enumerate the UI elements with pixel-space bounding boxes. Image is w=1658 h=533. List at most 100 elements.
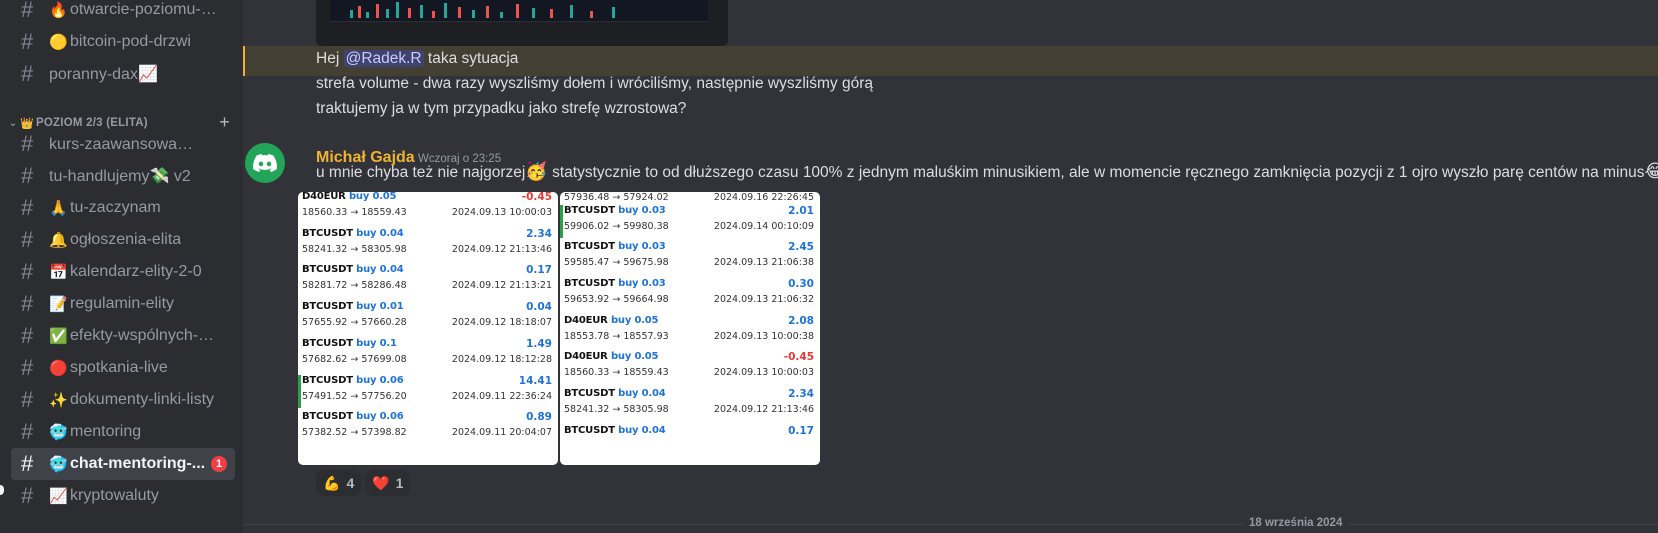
channel-tu-zaczynam[interactable]: # 🙏 tu-zaczynam <box>11 192 235 224</box>
trade-side: buy 0.03 <box>618 277 666 289</box>
channel-mentoring[interactable]: # 🥶 mentoring <box>11 416 235 448</box>
hash-icon: # <box>21 451 34 476</box>
channel-sidebar: # 🔥 otwarcie-poziomu-nr2 # 🟡 bitcoin-pod… <box>0 0 243 533</box>
channel-chat-mentoring[interactable]: # 🥶 chat-mentoring-... 1 <box>11 448 235 480</box>
channel-ogloszenia-elita[interactable]: # 🔔 ogłoszenia-elita <box>11 224 235 256</box>
trade-profit: 2.34 <box>788 388 814 400</box>
trade-row: BTCUSDT buy 0.01 0.04 57655.92 → 57660.28 2… <box>298 299 558 336</box>
trade-symbol: BTCUSDT buy 0.04 <box>302 227 404 239</box>
unread-indicator <box>0 485 4 495</box>
message-line: traktujemy ja w tym przypadku jako stref… <box>316 100 687 117</box>
calendar-icon: 📅 <box>49 264 68 281</box>
avatar[interactable] <box>245 143 285 183</box>
candle <box>376 4 379 18</box>
trade-profit: 2.45 <box>788 241 814 254</box>
channel-label: ogłoszenia-elita <box>70 231 182 248</box>
hash-icon: # <box>21 0 34 22</box>
channel-kalendarz-elity[interactable]: # 📅 kalendarz-elity-2-0 <box>11 256 235 288</box>
trade-date: 2024.09.13 10:00:03 <box>713 367 814 379</box>
channel-poranny-dax[interactable]: # poranny-dax📈 <box>11 58 235 90</box>
discord-logo-icon <box>253 154 277 172</box>
trade-side: buy 0.03 <box>618 204 666 216</box>
red-heart-icon: ❤️ <box>372 474 390 491</box>
trade-profit: 0.17 <box>788 424 814 437</box>
trade-date: 2024.09.12 21:13:21 <box>451 280 552 292</box>
trade-prices: 18553.78 → 18557.93 <box>564 330 669 342</box>
channel-label: poranny-dax📈 <box>49 66 158 83</box>
reaction-bar: 💪 4 ❤️ 1 <box>316 470 411 496</box>
reaction-flexed-biceps[interactable]: 💪 4 <box>316 470 362 496</box>
trade-date: 2024.09.13 21:06:38 <box>713 257 814 269</box>
trade-symbol: D40EUR buy 0.05 <box>564 351 659 363</box>
trade-history-image-right[interactable]: 57936.48 → 57924.02 2024.09.16 22:26:45 … <box>560 192 820 465</box>
trade-date: 2024.09.11 22:36:24 <box>451 390 552 402</box>
reaction-count: 1 <box>395 475 404 491</box>
candle <box>386 9 389 18</box>
trade-profit: 0.04 <box>526 301 552 314</box>
candle <box>366 12 369 18</box>
candle <box>432 11 435 18</box>
trade-row: BTCUSDT buy 0.04 0.17 58281.72 → 58286.48 2… <box>298 262 558 299</box>
channel-label: mentoring <box>70 423 142 440</box>
trade-date: 2024.09.11 20:04:07 <box>451 427 552 439</box>
hash-icon: # <box>21 259 34 284</box>
candle <box>396 2 399 18</box>
trade-side: buy 0.06 <box>356 411 404 423</box>
channel-bitcoin-pod-drzwi[interactable]: # 🟡 bitcoin-pod-drzwi <box>11 26 235 58</box>
trade-symbol: D40EUR buy 0.05 <box>564 314 659 326</box>
hash-icon: # <box>21 163 34 188</box>
user-mention[interactable]: @Radek.R <box>343 50 424 67</box>
trade-profit: -0.45 <box>783 351 814 364</box>
trade-prices: 59906.02 → 59980.38 <box>564 220 669 232</box>
channel-efekty-wspolnych[interactable]: # ✅ efekty-wspólnych-dz... <box>11 320 235 352</box>
trade-profit: 2.01 <box>788 204 814 217</box>
channel-kurs-zaawansowany[interactable]: # kurs-zaawansowany🔥 <box>11 128 235 160</box>
trade-profit: 2.34 <box>526 227 552 240</box>
trade-side: buy 0.06 <box>356 374 404 386</box>
candle <box>550 9 553 18</box>
candle <box>486 6 489 18</box>
trade-side: buy 0.04 <box>618 424 666 436</box>
message-text: statystycznie to od dłuższego czasu 100%… <box>547 164 1645 181</box>
channel-spotkania-live[interactable]: # 🔴 spotkania-live <box>11 352 235 384</box>
trade-date: 2024.09.12 21:13:46 <box>451 243 552 255</box>
message-text: u mnie chyba też nie najgorzej <box>316 164 526 181</box>
candle <box>532 8 535 18</box>
hash-icon: # <box>21 355 34 380</box>
trade-date: 2024.09.13 10:00:38 <box>713 330 814 342</box>
channel-label: efekty-wspólnych-dz... <box>70 327 220 344</box>
channel-dokumenty-linki-listy[interactable]: # ✨ dokumenty-linki-listy <box>11 384 235 416</box>
trade-profit: 2.08 <box>788 314 814 327</box>
trade-row: D40EUR buy 0.05 2.08 18553.78 → 18557.93 20… <box>560 313 820 350</box>
channel-label: bitcoin-pod-drzwi <box>70 33 191 50</box>
bell-icon: 🔔 <box>49 232 68 249</box>
hash-icon: # <box>21 61 34 86</box>
trade-date: 2024.09.13 21:06:32 <box>713 293 814 305</box>
trade-row: BTCUSDT buy 0.03 2.45 59585.47 → 59675.98 2… <box>560 239 820 276</box>
date-divider-label: 18 września 2024 <box>1243 517 1349 529</box>
channel-kryptowaluty[interactable]: # 📈 kryptowaluty <box>11 480 235 512</box>
candle <box>408 8 411 18</box>
trade-history-image-left[interactable]: D40EUR buy 0.05 -0.45 18560.33 → 18559.43 2… <box>298 192 558 465</box>
hash-icon: # <box>21 131 34 156</box>
hash-icon: # <box>21 323 34 348</box>
trade-row: BTCUSDT buy 0.1 1.49 57682.62 → 57699.08 20… <box>298 336 558 373</box>
hash-icon: # <box>21 291 34 316</box>
trade-side: buy 0.1 <box>356 337 397 349</box>
trade-date: 2024.09.16 22:26:45 <box>713 192 814 203</box>
channel-tu-handlujemy[interactable]: # tu-handlujemy💸 v2 <box>11 160 235 192</box>
hash-icon: # <box>21 227 34 252</box>
channel-regulamin-elity[interactable]: # 📝 regulamin-elity <box>11 288 235 320</box>
message-line: strefa volume - dwa razy wyszliśmy dołem… <box>316 75 873 92</box>
trade-side: buy 0.05 <box>610 351 659 363</box>
trade-profit: 0.17 <box>526 264 552 277</box>
trade-prices: 58241.32 → 58305.98 <box>302 243 407 255</box>
channel-otwarcie-poziomu-nr2[interactable]: # 🔥 otwarcie-poziomu-nr2 <box>11 0 235 26</box>
candle <box>590 11 593 18</box>
channel-label: otwarcie-poziomu-nr2 <box>70 1 220 18</box>
chart-image-attachment[interactable] <box>316 0 728 46</box>
message-line: Hej @Radek.R taka sytuacja <box>316 50 518 68</box>
trade-symbol: BTCUSDT buy 0.03 <box>564 277 666 289</box>
reaction-red-heart[interactable]: ❤️ 1 <box>365 470 411 496</box>
chart-increasing-icon: 📈 <box>49 488 68 505</box>
